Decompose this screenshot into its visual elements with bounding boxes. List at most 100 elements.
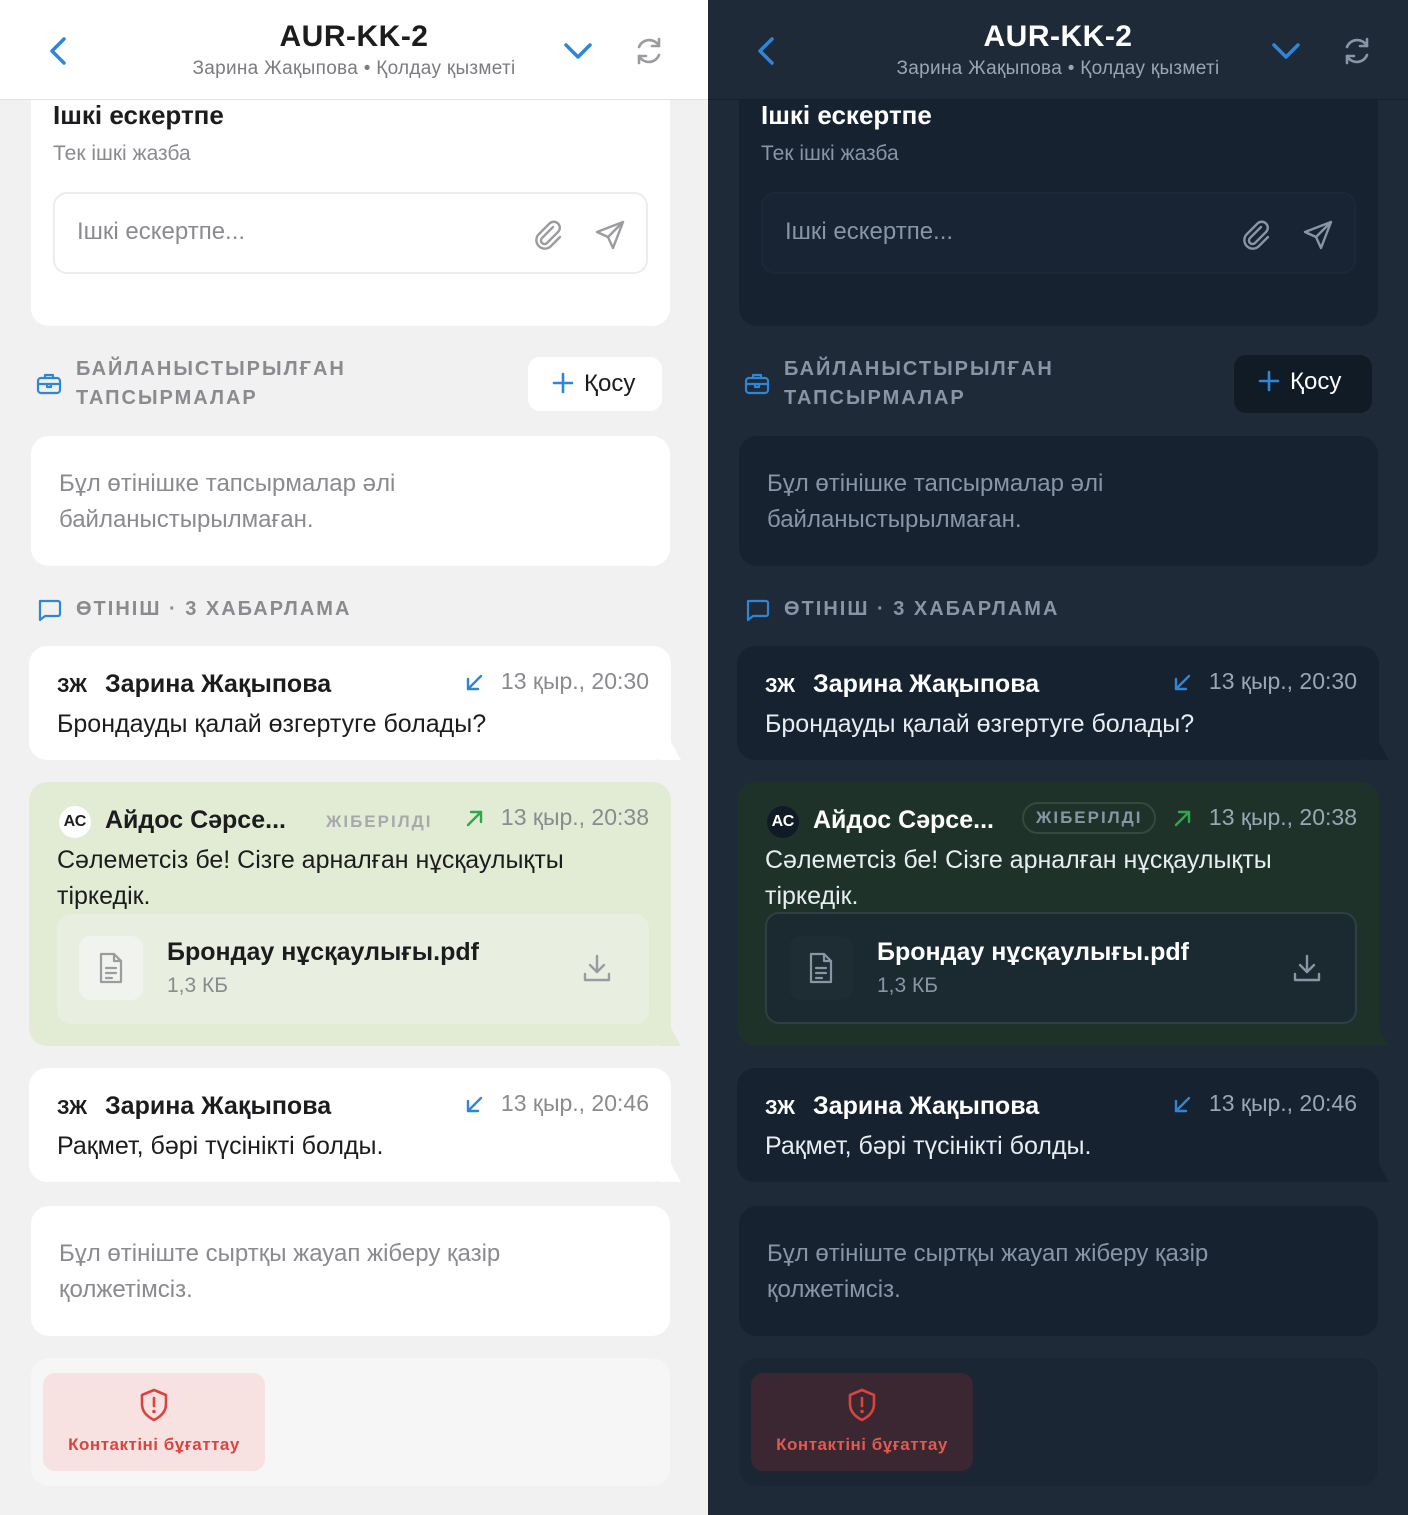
message-time: 13 қыр., 20:38 <box>1208 804 1357 830</box>
attachment-size: 1,3 КБ <box>877 974 939 997</box>
send-icon[interactable] <box>593 218 627 252</box>
chat-bubble-icon <box>746 599 770 622</box>
header: AUR-KK-2 Зарина Жақыпова • Қолдау қызмет… <box>708 0 1408 100</box>
sender-name: Зарина Жақыпова <box>105 1092 332 1120</box>
message-text: Брондауды қалай өзгертуге болады? <box>765 710 1195 738</box>
file-icon-box <box>789 936 853 1000</box>
shield-alert-icon <box>848 1388 876 1422</box>
reply-unavailable-text: Бұл өтініште сыртқы жауап жіберу қазір қ… <box>767 1240 1209 1303</box>
reply-unavailable-card: Бұл өтініште сыртқы жауап жіберу қазір қ… <box>739 1206 1378 1336</box>
attachment-name: Брондау нұсқаулығы.pdf <box>877 938 1189 966</box>
no-tasks-card: Бұл өтінішке тапсырмалар әлі байланыстыр… <box>739 436 1378 566</box>
message-text: Сәлеметсіз бе! Сізге арналған нұсқаулықт… <box>57 846 564 910</box>
briefcase-icon <box>36 373 62 395</box>
ticket-title: AUR-KK-2 <box>279 20 429 53</box>
note-placeholder: Ішкі ескертпе... <box>77 218 246 245</box>
bubble-tail <box>1367 1028 1389 1046</box>
actions-panel: Контактіні бұғаттау <box>31 1358 670 1486</box>
add-task-label: Қосу <box>584 370 636 397</box>
briefcase-icon <box>744 373 770 395</box>
message-bubble: АС Айдос Сәрсе... ЖІБЕРІЛДІ 13 қыр., 20:… <box>737 782 1389 1046</box>
avatar: АС <box>767 806 799 838</box>
chevron-down-icon[interactable] <box>1268 36 1304 66</box>
message-time: 13 қыр., 20:46 <box>1208 1090 1357 1116</box>
ticket-subtitle: Зарина Жақыпова • Қолдау қызметі <box>896 58 1220 79</box>
chevron-down-icon[interactable] <box>560 36 596 66</box>
sender-name: Айдос Сәрсе... <box>813 806 994 834</box>
document-icon <box>809 952 833 984</box>
avatar: ЗЖ <box>765 1097 796 1119</box>
shield-alert-icon <box>140 1388 168 1422</box>
note-placeholder: Ішкі ескертпе... <box>785 218 954 245</box>
message-bubble: ЗЖ Зарина Жақыпова 13 қыр., 20:30 Бронда… <box>737 646 1389 760</box>
incoming-arrow-icon <box>466 1096 483 1113</box>
bubble-tail <box>659 1164 681 1182</box>
reply-unavailable-card: Бұл өтініште сыртқы жауап жіберу қазір қ… <box>31 1206 670 1336</box>
note-subtitle: Тек ішкі жазба <box>761 142 899 165</box>
message-time: 13 қыр., 20:30 <box>1208 668 1357 694</box>
incoming-arrow-icon <box>1174 1096 1191 1113</box>
file-icon-box <box>79 936 143 1000</box>
internal-note-card: Ішкі ескертпе Тек ішкі жазба Ішкі ескерт… <box>31 80 670 326</box>
dark-theme-screen: AUR-KK-2 Зарина Жақыпова • Қолдау қызмет… <box>708 0 1408 1515</box>
incoming-arrow-icon <box>1174 674 1191 691</box>
bubble-tail <box>1367 742 1389 760</box>
bubble-tail <box>659 1028 681 1046</box>
plus-icon <box>1258 370 1280 392</box>
message-text: Брондауды қалай өзгертуге болады? <box>57 710 487 738</box>
send-icon[interactable] <box>1301 218 1335 252</box>
message-time: 13 қыр., 20:46 <box>500 1090 649 1116</box>
block-contact-button[interactable]: Контактіні бұғаттау <box>43 1373 265 1471</box>
light-theme-screen: AUR-KK-2 Зарина Жақыпова • Қолдау қызмет… <box>0 0 708 1515</box>
paperclip-icon[interactable] <box>1239 218 1273 252</box>
sender-name: Зарина Жақыпова <box>813 670 1040 698</box>
add-task-button[interactable]: Қосу <box>1234 355 1372 413</box>
message-text: Рақмет, бәрі түсінікті болды. <box>57 1132 384 1160</box>
add-task-label: Қосу <box>1290 368 1342 395</box>
incoming-arrow-icon <box>466 674 483 691</box>
paperclip-icon[interactable] <box>531 218 565 252</box>
status-badge: ЖІБЕРІЛДІ <box>1022 802 1157 834</box>
message-bubble: ЗЖ Зарина Жақыпова 13 қыр., 20:46 Рақмет… <box>737 1068 1389 1182</box>
outgoing-arrow-icon <box>466 810 483 827</box>
thread-section-title: ӨТІНІШ · 3 ХАБАРЛАМА <box>36 595 536 625</box>
no-tasks-text: Бұл өтінішке тапсырмалар әлі байланыстыр… <box>767 470 1104 533</box>
block-contact-button[interactable]: Контактіні бұғаттау <box>751 1373 973 1471</box>
refresh-icon[interactable] <box>632 34 666 68</box>
avatar: ЗЖ <box>765 675 796 697</box>
bubble-tail <box>1367 1164 1389 1182</box>
download-icon[interactable] <box>581 952 613 984</box>
add-task-button[interactable]: Қосу <box>528 357 662 411</box>
chat-bubble-icon <box>38 599 62 622</box>
note-title: Ішкі ескертпе <box>761 100 932 130</box>
avatar: ЗЖ <box>57 675 88 697</box>
plus-icon <box>552 372 574 394</box>
download-icon[interactable] <box>1291 952 1323 984</box>
message-text: Рақмет, бәрі түсінікті болды. <box>765 1132 1092 1160</box>
status-badge: ЖІБЕРІЛДІ <box>326 812 433 831</box>
message-bubble: АС Айдос Сәрсе... ЖІБЕРІЛДІ 13 қыр., 20:… <box>29 782 681 1046</box>
no-tasks-card: Бұл өтінішке тапсырмалар әлі байланыстыр… <box>31 436 670 566</box>
message-time: 13 қыр., 20:38 <box>500 804 649 830</box>
sender-name: Зарина Жақыпова <box>105 670 332 698</box>
outgoing-arrow-icon <box>1174 810 1191 827</box>
avatar: АС <box>59 806 91 838</box>
message-bubble: ЗЖ Зарина Жақыпова 13 қыр., 20:46 Рақмет… <box>29 1068 681 1182</box>
block-contact-label: Контактіні бұғаттау <box>68 1435 240 1454</box>
attachment[interactable]: Брондау нұсқаулығы.pdf 1,3 КБ <box>57 914 649 1024</box>
message-text: Сәлеметсіз бе! Сізге арналған нұсқаулықт… <box>765 846 1272 910</box>
linked-tasks-section-title: БАЙЛАНЫСТЫРЫЛҒАН ТАПСЫРМАЛАР <box>36 355 456 415</box>
sender-name: Зарина Жақыпова <box>813 1092 1040 1120</box>
refresh-icon[interactable] <box>1340 34 1374 68</box>
internal-note-input[interactable]: Ішкі ескертпе... <box>761 192 1356 274</box>
document-icon <box>99 952 123 984</box>
linked-tasks-section-title: БАЙЛАНЫСТЫРЫЛҒАН ТАПСЫРМАЛАР <box>744 355 1164 415</box>
internal-note-card: Ішкі ескертпе Тек ішкі жазба Ішкі ескерт… <box>739 80 1378 326</box>
message-time: 13 қыр., 20:30 <box>500 668 649 694</box>
attachment[interactable]: Брондау нұсқаулығы.pdf 1,3 КБ <box>765 912 1357 1024</box>
thread-section-title: ӨТІНІШ · 3 ХАБАРЛАМА <box>744 595 1244 625</box>
internal-note-input[interactable]: Ішкі ескертпе... <box>53 192 648 274</box>
note-subtitle: Тек ішкі жазба <box>53 142 191 165</box>
bubble-tail <box>659 742 681 760</box>
sender-name: Айдос Сәрсе... <box>105 806 286 834</box>
